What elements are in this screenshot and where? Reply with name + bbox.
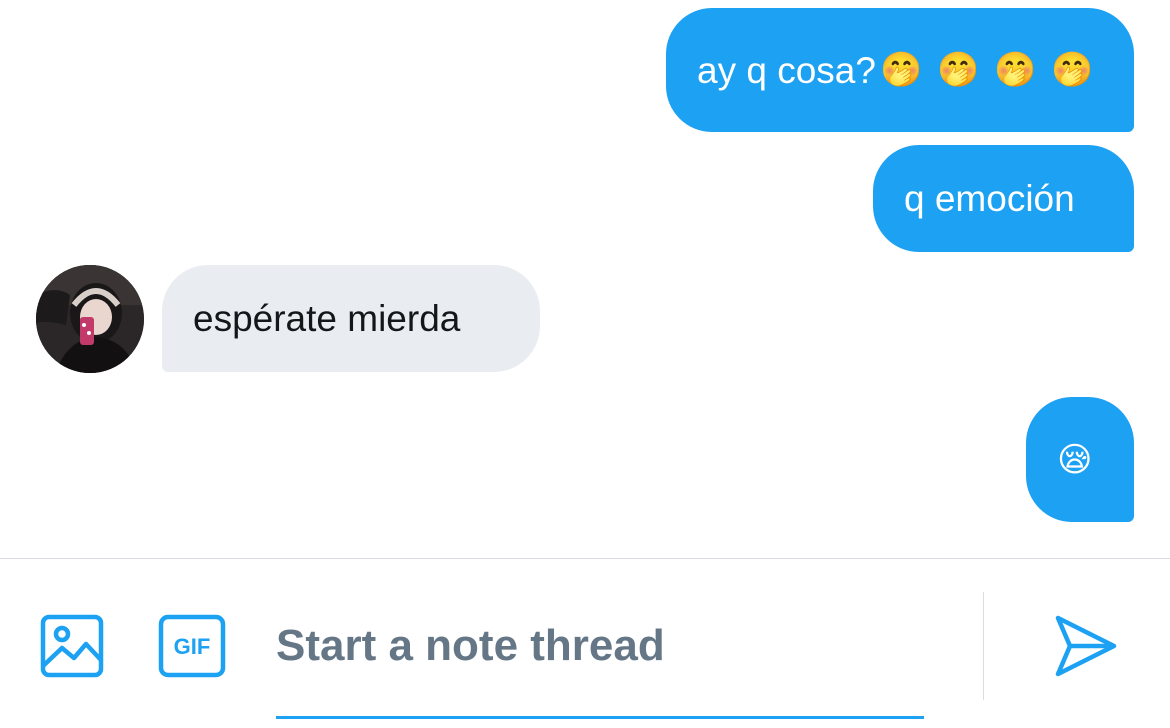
message-bubble-outgoing[interactable]: q emoción bbox=[873, 145, 1134, 252]
sleepy-face-emoji: 😪 bbox=[1057, 439, 1093, 480]
send-icon bbox=[1055, 615, 1117, 677]
gif-icon: GIF bbox=[158, 614, 226, 678]
image-icon bbox=[40, 614, 104, 678]
add-media-button[interactable] bbox=[40, 614, 104, 678]
input-focus-underline bbox=[276, 716, 924, 719]
add-gif-button[interactable]: GIF bbox=[158, 614, 226, 678]
message-bubble-outgoing[interactable]: 😪 bbox=[1026, 397, 1134, 522]
gif-label: GIF bbox=[174, 634, 211, 659]
message-text: q emoción bbox=[904, 178, 1075, 219]
avatar[interactable] bbox=[36, 265, 144, 373]
message-bubble-incoming[interactable]: espérate mierda bbox=[162, 265, 540, 372]
dm-conversation-screen: ay q cosa? 🤭 🤭 🤭 🤭 q emoción espérate mi… bbox=[0, 0, 1170, 728]
composer-divider bbox=[0, 558, 1170, 559]
message-bubble-outgoing[interactable]: ay q cosa? 🤭 🤭 🤭 🤭 bbox=[666, 8, 1134, 132]
hand-over-mouth-emoji: 🤭 🤭 🤭 🤭 bbox=[879, 50, 1096, 90]
composer-separator bbox=[983, 592, 984, 700]
note-thread-input[interactable] bbox=[276, 610, 924, 682]
send-button[interactable] bbox=[1052, 612, 1120, 680]
message-text: ay q cosa? bbox=[697, 49, 876, 91]
message-text: espérate mierda bbox=[193, 298, 461, 339]
avatar-photo bbox=[36, 265, 144, 373]
